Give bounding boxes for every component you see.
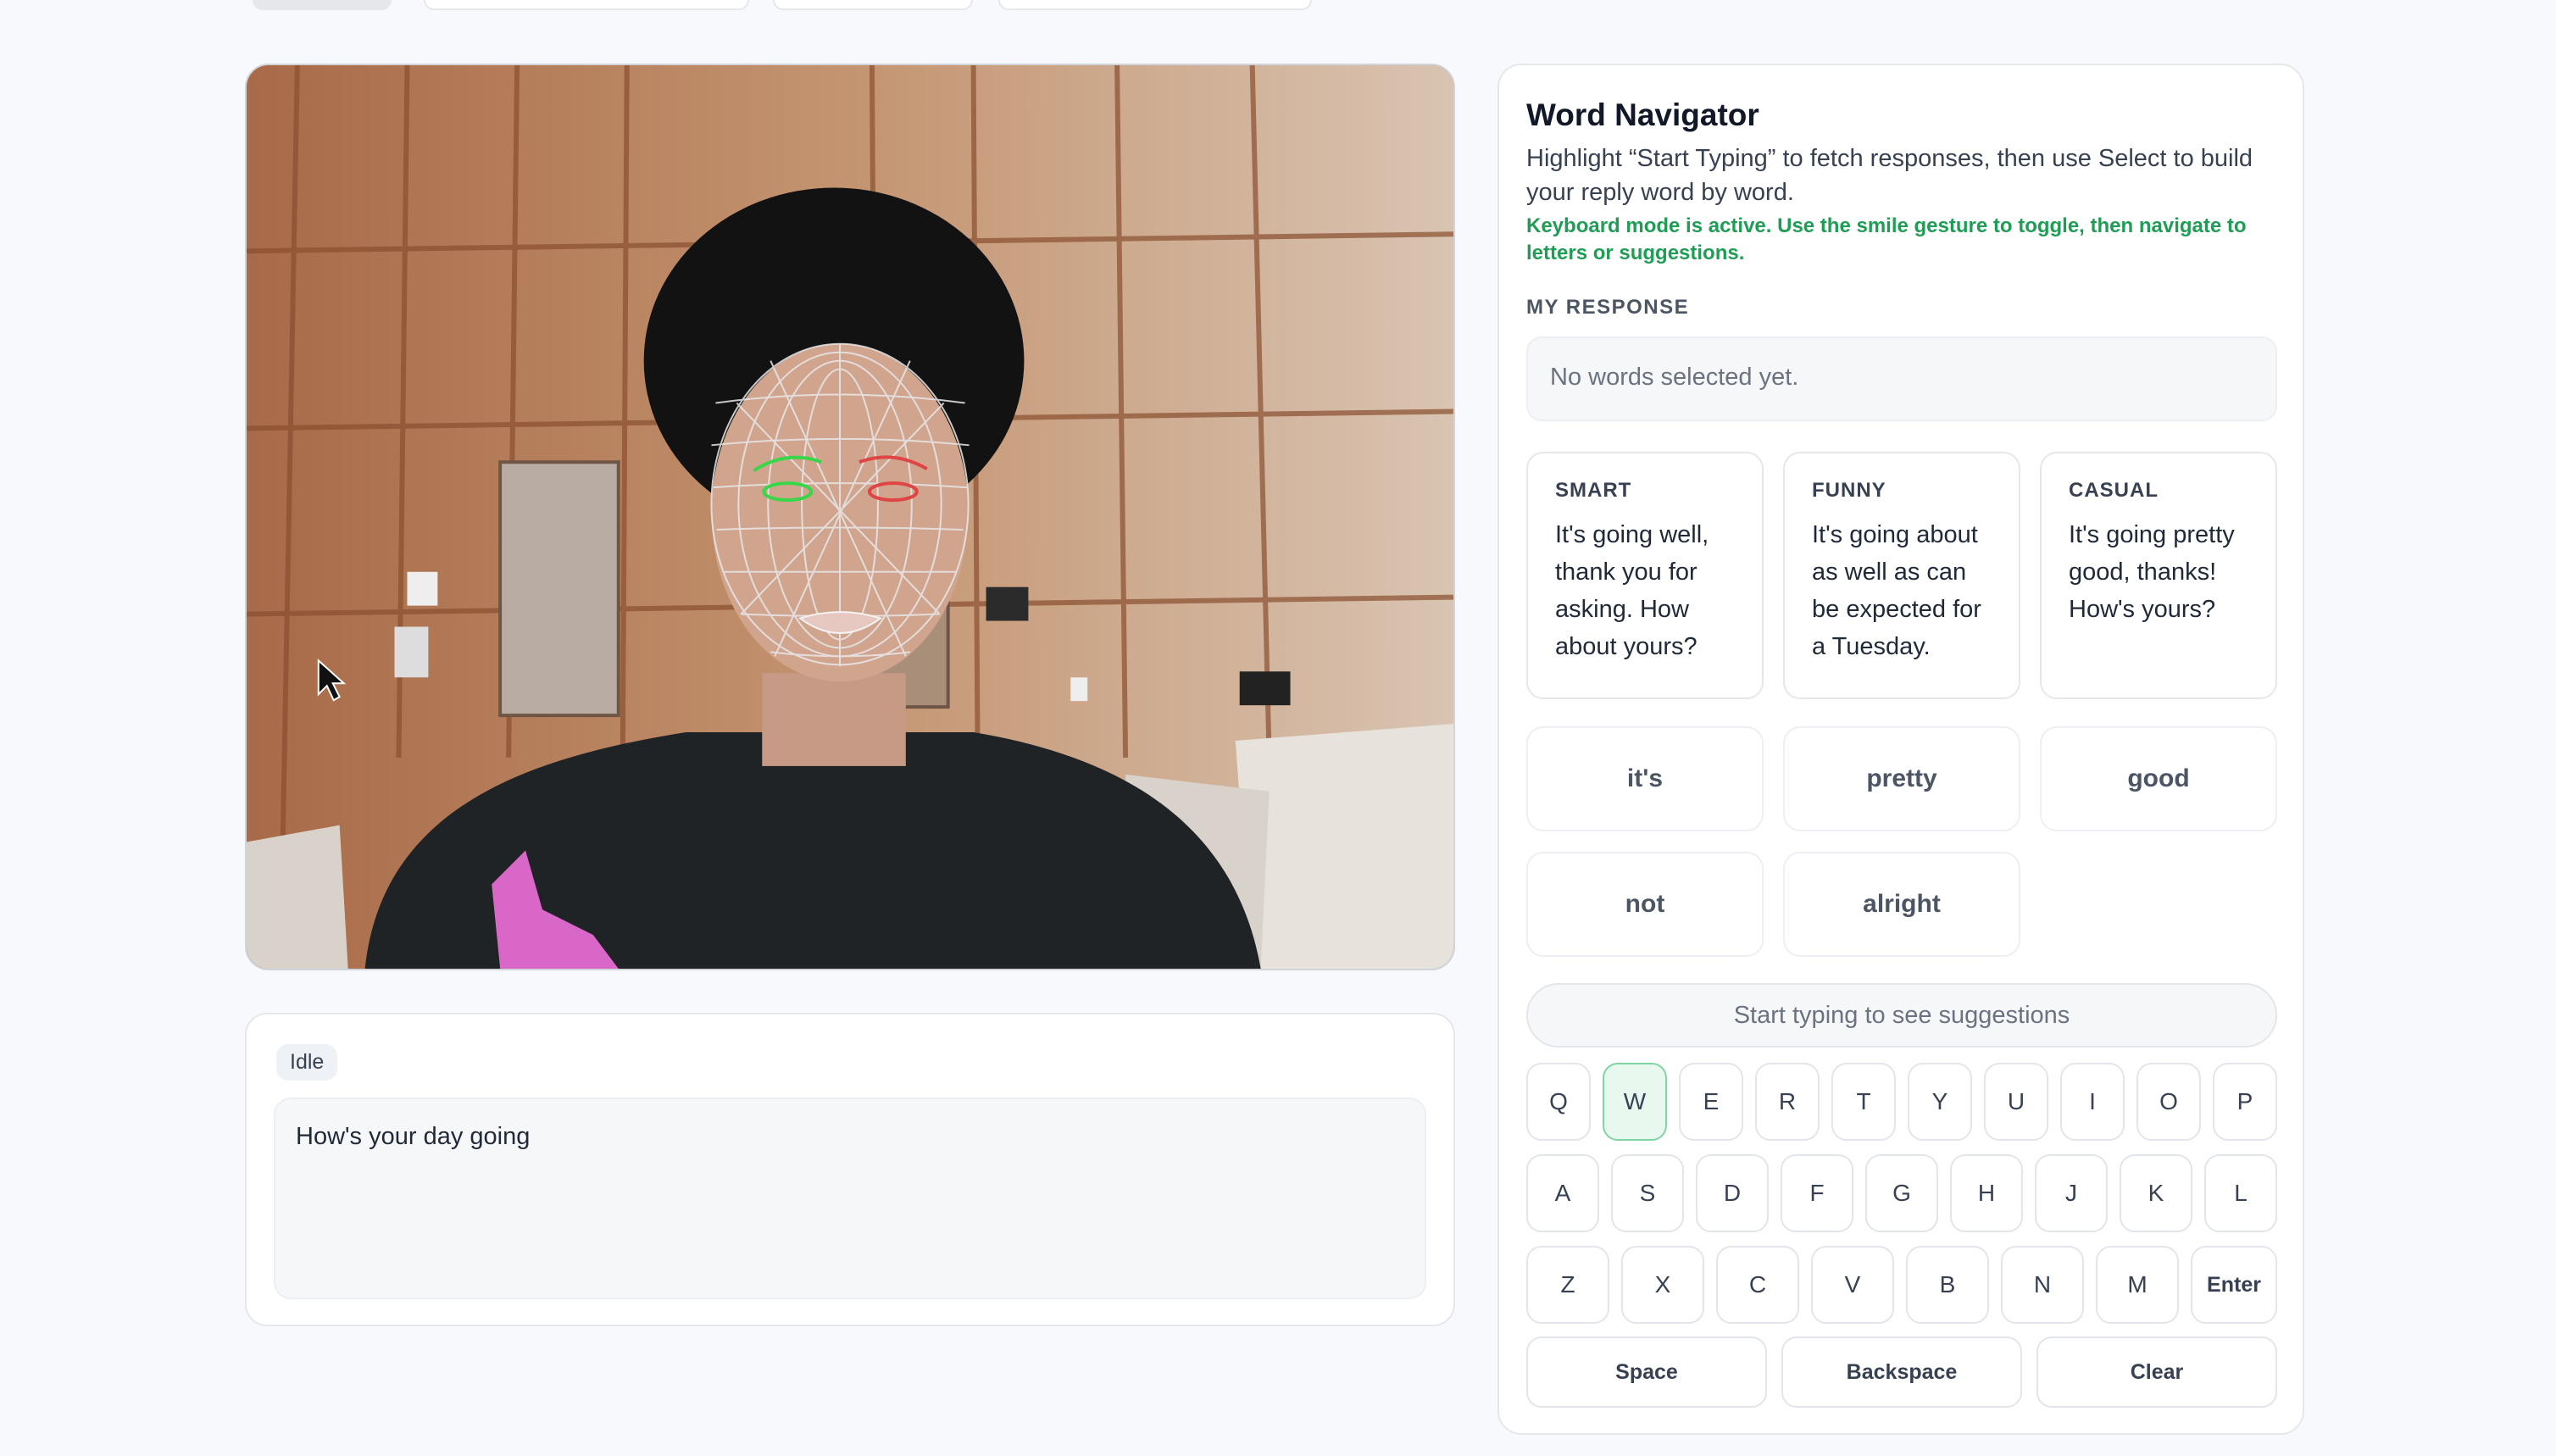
word-chip[interactable]: pretty <box>1783 726 2020 831</box>
key-q[interactable]: Q <box>1526 1063 1591 1141</box>
suggestion-card-funny[interactable]: FUNNY It's going about as well as can be… <box>1783 452 2020 699</box>
suggestion-text: It's going well, thank you for asking. H… <box>1555 521 1709 660</box>
suggestion-text: It's going about as well as can be expec… <box>1812 521 1981 660</box>
suggestion-tag: SMART <box>1555 479 1632 502</box>
start-typing-button[interactable]: Start typing to see suggestions <box>1526 983 2277 1048</box>
key-o[interactable]: O <box>2136 1063 2201 1141</box>
status-badge: Idle <box>276 1044 338 1081</box>
navigator-title: Word Navigator <box>1526 97 1759 132</box>
key-b[interactable]: B <box>1906 1246 1989 1324</box>
word-chip[interactable]: good <box>2040 726 2277 831</box>
suggestion-card-smart[interactable]: SMART It's going well, thank you for ask… <box>1526 452 1764 699</box>
key-m[interactable]: M <box>2096 1246 2179 1324</box>
suggestion-tag: CASUAL <box>2069 479 2159 502</box>
key-z[interactable]: Z <box>1526 1246 1609 1324</box>
key-y[interactable]: Y <box>1908 1063 1972 1141</box>
backspace-key[interactable]: Backspace <box>1781 1337 2022 1408</box>
key-t[interactable]: T <box>1831 1063 1896 1141</box>
key-p[interactable]: P <box>2213 1063 2277 1141</box>
key-n[interactable]: N <box>2001 1246 2084 1324</box>
word-navigator-card: Word Navigator Highlight “Start Typing” … <box>1497 64 2304 1435</box>
key-i[interactable]: I <box>2060 1063 2125 1141</box>
camera-feed <box>245 64 1455 970</box>
top-nav-tab[interactable] <box>998 0 1312 10</box>
word-chip[interactable]: it's <box>1526 726 1764 831</box>
key-j[interactable]: J <box>2035 1154 2108 1232</box>
key-g[interactable]: G <box>1865 1154 1938 1232</box>
key-a[interactable]: A <box>1526 1154 1599 1232</box>
key-u[interactable]: U <box>1984 1063 2048 1141</box>
key-s[interactable]: S <box>1611 1154 1684 1232</box>
suggestion-card-casual[interactable]: CASUAL It's going pretty good, thanks! H… <box>2040 452 2277 699</box>
key-f[interactable]: F <box>1781 1154 1853 1232</box>
key-w[interactable]: W <box>1603 1063 1667 1141</box>
key-x[interactable]: X <box>1621 1246 1704 1324</box>
key-h[interactable]: H <box>1950 1154 2023 1232</box>
key-k[interactable]: K <box>2120 1154 2192 1232</box>
word-chip[interactable]: not <box>1526 852 1764 957</box>
key-v[interactable]: V <box>1811 1246 1894 1324</box>
top-nav-tab[interactable] <box>773 0 973 10</box>
key-l[interactable]: L <box>2204 1154 2277 1232</box>
clear-key[interactable]: Clear <box>2036 1337 2277 1408</box>
camera-image <box>247 65 1453 969</box>
transcript-text[interactable]: How's your day going <box>274 1098 1426 1299</box>
key-e[interactable]: E <box>1679 1063 1743 1141</box>
top-nav-tab[interactable] <box>253 0 392 10</box>
key-d[interactable]: D <box>1696 1154 1769 1232</box>
response-output: No words selected yet. <box>1526 336 2277 421</box>
navigator-description: Highlight “Start Typing” to fetch respon… <box>1526 145 2253 206</box>
top-nav-tab[interactable] <box>424 0 749 10</box>
key-c[interactable]: C <box>1716 1246 1799 1324</box>
keyboard-mode-message: Keyboard mode is active. Use the smile g… <box>1526 214 2247 264</box>
transcript-panel: Idle How's your day going <box>245 1013 1455 1326</box>
key-r[interactable]: R <box>1755 1063 1820 1141</box>
enter-key[interactable]: Enter <box>2191 1246 2277 1324</box>
suggestion-tag: FUNNY <box>1812 479 1886 502</box>
suggestion-text: It's going pretty good, thanks! How's yo… <box>2069 521 2235 623</box>
response-section-label: MY RESPONSE <box>1526 296 1690 319</box>
space-key[interactable]: Space <box>1526 1337 1767 1408</box>
word-chip[interactable]: alright <box>1783 852 2020 957</box>
